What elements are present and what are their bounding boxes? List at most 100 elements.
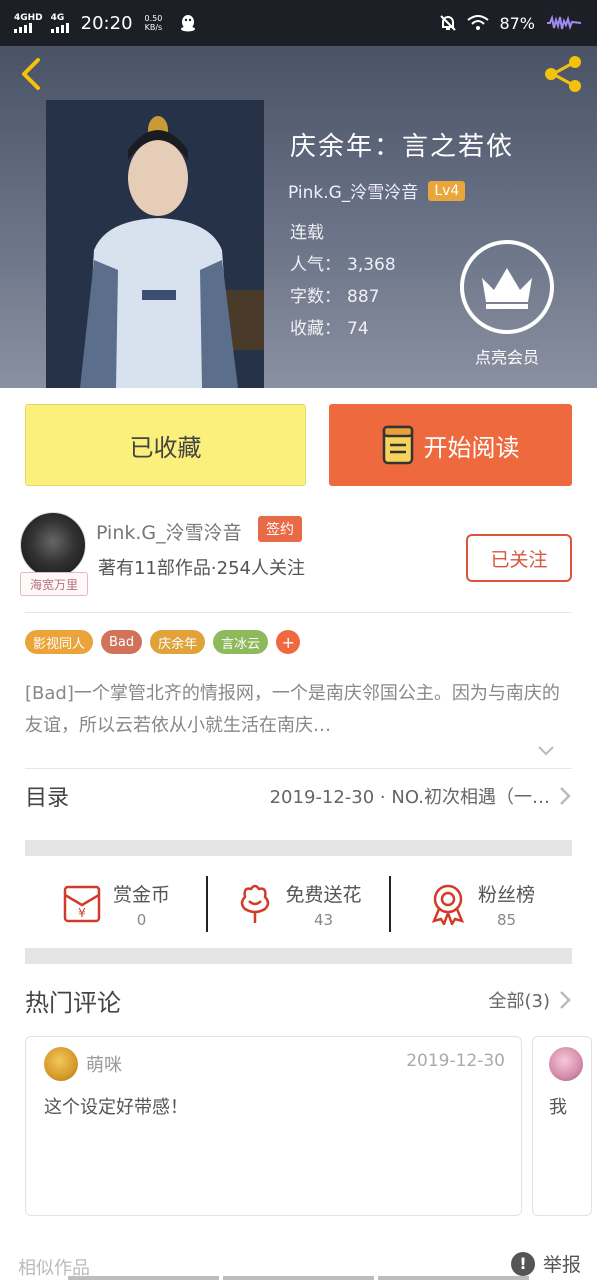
tag-item[interactable]: Bad [101,630,143,654]
signal-bars-icon [14,23,32,33]
signed-badge: 签约 [258,516,302,542]
back-arrow-icon[interactable] [16,56,46,92]
favorites-stat: 收藏： 74 [290,314,369,339]
divider [25,612,572,613]
book-cover-image[interactable] [46,100,264,388]
bell-off-icon [440,15,457,31]
report-button[interactable]: ! 举报 [510,1250,581,1277]
status-bar: 4GHD 4G 20:20 0.50 KB/s 87% [0,0,597,46]
network-type-1: 4GHD [14,13,43,23]
signal-2: 4G [50,13,69,33]
book-hero: 庆余年：言之若依 Pink.G_泠雪泠音 Lv4 连载 人气： 3,368 字数：… [0,46,597,388]
add-tag-button[interactable]: + [276,630,301,654]
svg-text:¥: ¥ [78,906,86,920]
novel-detail-page: 4GHD 4G 20:20 0.50 KB/s 87% 庆余年：言之若依 Pin… [0,0,597,1280]
popularity-stat: 人气： 3,368 [290,250,396,275]
system-nav-bar [0,1276,597,1280]
start-reading-button[interactable]: 开始阅读 [329,404,572,486]
stat-label: 粉丝榜 [477,883,535,906]
table-of-contents-row[interactable]: 目录 2019-12-30 · NO.初次相遇（一… [25,770,572,822]
chevron-right-icon[interactable] [558,989,572,1011]
avatar-title-tag: 海宽万里 [20,572,88,596]
stat-label: 免费送花 [285,883,362,906]
wifi-icon [467,15,490,30]
net-speed-unit: KB/s [144,23,163,32]
crown-circle [460,240,554,334]
comment-card[interactable]: 萌咪 2019-12-30 这个设定好带感！ [25,1036,522,1216]
status-left: 4GHD 4G 20:20 0.50 KB/s [14,13,196,34]
follow-button[interactable]: 已关注 [466,534,572,582]
word-count-label: 字数： [290,287,341,307]
word-count-stat: 字数： 887 [290,282,379,307]
hero-author-line: Pink.G_泠雪泠音 Lv4 [288,178,466,203]
free-flowers[interactable]: 免费送花 43 [208,880,389,929]
toc-label: 目录 [25,786,70,811]
battery-level: 87% [499,13,535,33]
expand-chevron-icon[interactable] [536,744,556,758]
serial-status: 连载 [290,223,324,243]
section-divider-band [25,840,572,856]
author-row: 海宽万里 Pink.G_泠雪泠音 签约 著有11部作品·254人关注 已关注 [0,506,597,616]
fan-ranking[interactable]: 粉丝榜 85 [391,880,572,929]
chevron-right-icon [560,787,571,805]
divider [25,768,572,769]
section-divider-band [25,948,572,964]
signal-1: 4GHD [14,13,43,33]
commenter-name[interactable]: 萌咪 [86,1051,122,1077]
word-count-value: 887 [347,287,380,307]
comment-text: 这个设定好带感！ [44,1097,188,1118]
commenter-avatar[interactable] [549,1047,583,1081]
report-label: 举报 [542,1254,581,1276]
comment-card[interactable]: 我 [532,1036,592,1216]
reward-coins[interactable]: ¥ 赏金币 0 [25,880,206,929]
detail-card: 已收藏 开始阅读 海宽万里 Pink.G_泠雪泠音 签约 著有11部作品·254… [0,388,597,1280]
favorited-button[interactable]: 已收藏 [25,404,306,486]
net-speed: 0.50 KB/s [145,14,163,32]
author-stats: 著有11部作品·254人关注 [98,558,305,579]
popularity-value: 3,368 [347,255,396,275]
stat-label: 赏金币 [112,883,170,906]
tag-list: 影视同人 Bad 庆余年 言冰云 + [25,630,301,654]
stat-value: 0 [136,910,147,929]
favorites-value: 74 [347,319,369,339]
signal-bars-icon [50,23,69,33]
tag-item[interactable]: 庆余年 [150,630,206,654]
status-right: 87% [439,14,583,33]
hot-comments-header: 热门评论 全部(3) [25,980,572,1020]
crown-icon [482,268,532,309]
commenter-avatar[interactable] [44,1047,78,1081]
book-title: 庆余年：言之若依 [290,132,515,162]
start-reading-label: 开始阅读 [423,433,520,462]
comment-text: 我 [549,1097,567,1118]
popularity-label: 人气： [290,255,341,275]
author-avatar[interactable] [20,512,86,578]
reward-coins-text: 赏金币 0 [113,880,170,929]
favorites-label: 收藏： [290,319,341,339]
hot-comments-title: 热门评论 [25,988,121,1017]
all-comments-link[interactable]: 全部(3) [489,987,551,1013]
vip-button[interactable]: 点亮会员 [460,240,554,368]
book-description[interactable]: [Bad]一个掌管北齐的情报网，一个是南庆邻国公主。因为与南庆的友谊，所以云若依… [25,678,572,742]
author-name[interactable]: Pink.G_泠雪泠音 [96,518,242,545]
fan-ranking-text: 粉丝榜 85 [478,880,535,929]
stat-value: 85 [496,910,517,929]
tag-item[interactable]: 影视同人 [25,630,94,654]
support-stats-row: ¥ 赏金币 0 免费送花 43 粉丝榜 85 [25,862,572,946]
network-type-2: 4G [50,13,65,23]
vip-label: 点亮会员 [474,348,539,367]
clock: 20:20 [80,12,133,34]
book-icon [382,425,413,465]
audio-wave-icon [547,15,582,31]
cover-figure-illustration [46,100,264,388]
flower-icon [241,884,270,923]
qq-penguin-icon [181,15,196,32]
author-level-badge: Lv4 [428,180,466,201]
share-icon[interactable] [541,54,585,94]
net-speed-value: 0.50 [144,14,163,23]
medal-icon [431,884,465,925]
comment-date: 2019-12-30 [406,1051,505,1071]
exclamation-icon: ! [510,1251,535,1276]
hero-author-name[interactable]: Pink.G_泠雪泠音 [288,178,418,203]
free-flowers-text: 免费送花 43 [285,880,361,929]
tag-item[interactable]: 言冰云 [213,630,269,654]
